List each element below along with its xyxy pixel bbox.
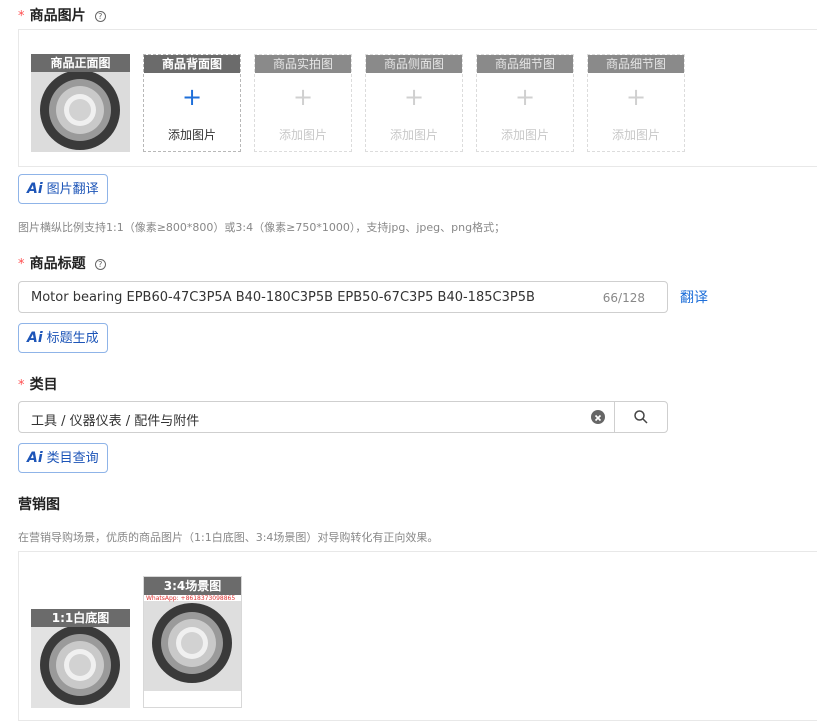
search-icon[interactable] — [633, 409, 649, 429]
slot-label: 商品实拍图 — [255, 55, 351, 73]
title-input-value: Motor bearing EPB60-47C3P5A B40-180C3P5B… — [31, 290, 535, 305]
category-section-title: * 类目 — [18, 374, 58, 394]
title-section-title: * 商品标题 ? — [18, 253, 106, 273]
slot-label: 3:4场景图 — [144, 577, 241, 595]
ai-icon: Ai — [27, 450, 43, 466]
image-slot-detail-2[interactable]: 商品细节图 + 添加图片 — [587, 54, 685, 152]
category-value: 工具 / 仪器仪表 / 配件与附件 — [31, 414, 200, 429]
required-mark: * — [18, 9, 25, 24]
slot-label: 商品背面图 — [144, 55, 240, 73]
plus-icon: + — [625, 83, 647, 111]
marketing-hint: 在营销导购场景，优质的商品图片（1:1白底图、3:4场景图）对导购转化有正向效果… — [18, 531, 439, 544]
image-slot-side[interactable]: 商品侧面图 + 添加图片 — [365, 54, 463, 152]
help-icon[interactable]: ? — [94, 259, 106, 270]
plus-icon: + — [292, 83, 314, 111]
marketing-title: 营销图 — [18, 497, 60, 513]
clear-icon[interactable] — [591, 410, 605, 424]
button-label: 图片翻译 — [46, 182, 99, 197]
title-generate-button[interactable]: Ai 标题生成 — [18, 323, 108, 353]
plus-icon: + — [514, 83, 536, 111]
image-slot-back[interactable]: 商品背面图 + 添加图片 — [143, 54, 241, 152]
divider — [614, 402, 615, 432]
category-select[interactable]: 工具 / 仪器仪表 / 配件与附件 — [18, 401, 668, 433]
translate-link[interactable]: 翻译 — [680, 287, 708, 307]
images-title: 商品图片 — [29, 8, 86, 24]
marketing-images-panel: 1:1白底图 3:4场景图 WhatsApp: +8618373098865 — [18, 551, 817, 721]
add-image-label: 添加图片 — [278, 128, 327, 142]
required-mark: * — [18, 257, 25, 272]
watermark-text: WhatsApp: +8618373098865 — [146, 595, 236, 602]
slot-label: 商品正面图 — [31, 54, 130, 72]
add-image-label: 添加图片 — [611, 128, 660, 142]
slot-label: 1:1白底图 — [31, 609, 130, 627]
button-label: 标题生成 — [46, 331, 99, 346]
category-query-button[interactable]: Ai 类目查询 — [18, 443, 108, 473]
add-image-label: 添加图片 — [389, 128, 438, 142]
ai-icon: Ai — [27, 181, 43, 197]
ai-icon: Ai — [27, 330, 43, 346]
button-label: 类目查询 — [46, 451, 99, 466]
marketing-slot-square[interactable]: 1:1白底图 — [31, 609, 130, 708]
image-slot-front[interactable]: 商品正面图 — [31, 54, 130, 152]
add-image-label: 添加图片 — [167, 128, 216, 142]
plus-icon: + — [403, 83, 425, 111]
marketing-slot-portrait[interactable]: 3:4场景图 WhatsApp: +8618373098865 — [143, 576, 242, 708]
product-images-panel: 商品正面图 商品背面图 + 添加图片 商品实拍图 + 添加图片 商品侧面图 + … — [18, 29, 817, 167]
images-section-title: * 商品图片 ? — [18, 5, 106, 25]
slot-label: 商品侧面图 — [366, 55, 462, 73]
image-translate-button[interactable]: Ai 图片翻译 — [18, 174, 108, 204]
title-label: 商品标题 — [29, 256, 86, 272]
image-ratio-hint: 图片横纵比例支持1:1（像素≥800*800）或3:4（像素≥750*1000）… — [18, 221, 506, 234]
char-counter: 66/128 — [602, 291, 645, 305]
title-input[interactable]: Motor bearing EPB60-47C3P5A B40-180C3P5B… — [18, 281, 668, 313]
image-slot-detail-1[interactable]: 商品细节图 + 添加图片 — [476, 54, 574, 152]
help-icon[interactable]: ? — [94, 11, 106, 22]
plus-icon: + — [181, 83, 203, 111]
add-image-label: 添加图片 — [500, 128, 549, 142]
slot-label: 商品细节图 — [588, 55, 684, 73]
category-label: 类目 — [29, 377, 58, 393]
slot-label: 商品细节图 — [477, 55, 573, 73]
image-slot-real[interactable]: 商品实拍图 + 添加图片 — [254, 54, 352, 152]
required-mark: * — [18, 378, 25, 393]
